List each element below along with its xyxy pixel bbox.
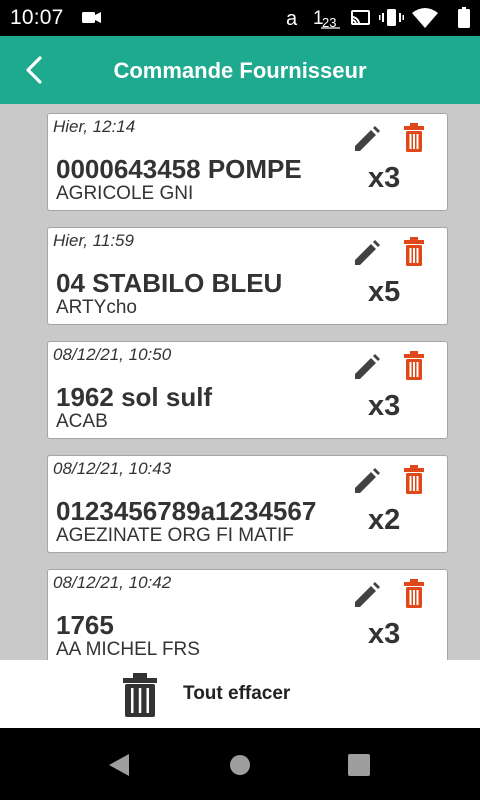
order-list[interactable]: Hier, 12:14 0000643458 POMPE AGRICOLE GN…	[0, 104, 480, 660]
nav-back-button[interactable]	[103, 750, 133, 780]
order-supplier: AGEZINATE ORG FI MATIF	[56, 525, 294, 546]
nav-recents-button[interactable]	[344, 750, 374, 780]
navigation-bar	[0, 728, 480, 800]
font-a-icon: a	[286, 8, 298, 30]
battery-icon	[458, 7, 470, 28]
nav-home-button[interactable]	[225, 750, 255, 780]
trash-icon	[404, 351, 424, 380]
page-title: Commande Fournisseur	[113, 58, 367, 83]
order-supplier: AGRICOLE GNI	[56, 183, 194, 204]
triangle-back-icon	[109, 754, 129, 776]
status-bar: 10:07 a 1 23	[0, 0, 480, 36]
edit-button[interactable]	[349, 464, 383, 498]
square-recents-icon	[348, 754, 370, 776]
order-date: Hier, 11:59	[53, 231, 134, 250]
delete-button[interactable]	[398, 464, 432, 498]
order-date: 08/12/21, 10:43	[53, 459, 172, 478]
order-supplier: ARTYcho	[56, 297, 137, 318]
circle-home-icon	[230, 755, 250, 775]
keyboard-123-icon: 1 23	[313, 8, 340, 30]
app-bar: Commande Fournisseur	[0, 36, 480, 104]
order-title: 0000643458 POMPE	[56, 154, 302, 184]
order-title: 0123456789a1234567	[56, 496, 317, 526]
status-icons: a 1 23	[82, 7, 470, 30]
edit-button[interactable]	[349, 578, 383, 612]
order-card[interactable]: 08/12/21, 10:50 1962 sol sulf ACAB x3	[47, 341, 448, 439]
order-card[interactable]: 08/12/21, 10:42 1765 AA MICHEL FRS x3	[47, 569, 448, 660]
trash-icon	[404, 465, 424, 494]
clear-all-label: Tout effacer	[183, 683, 291, 704]
order-supplier: ACAB	[56, 411, 108, 432]
order-quantity: x3	[368, 390, 401, 422]
edit-button[interactable]	[349, 236, 383, 270]
delete-button[interactable]	[398, 350, 432, 384]
delete-button[interactable]	[398, 578, 432, 612]
order-date: 08/12/21, 10:42	[53, 573, 172, 592]
video-recording-icon	[82, 12, 101, 23]
wifi-icon	[412, 8, 438, 28]
order-title: 1765	[56, 610, 114, 640]
trash-bin-icon	[123, 673, 157, 717]
pencil-icon	[355, 354, 380, 379]
order-quantity: x2	[368, 504, 401, 536]
order-quantity: x3	[368, 618, 401, 650]
pencil-icon	[355, 240, 380, 265]
order-card[interactable]: 08/12/21, 10:43 0123456789a1234567 AGEZI…	[47, 455, 448, 553]
order-quantity: x5	[368, 276, 401, 308]
edit-button[interactable]	[349, 350, 383, 384]
delete-button[interactable]	[398, 122, 432, 156]
cast-icon	[351, 10, 370, 25]
order-date: 08/12/21, 10:50	[53, 345, 172, 364]
order-title: 1962 sol sulf	[56, 382, 213, 412]
pencil-icon	[355, 126, 380, 151]
pencil-icon	[355, 582, 380, 607]
order-card[interactable]: Hier, 11:59 04 STABILO BLEU ARTYcho x5	[47, 227, 448, 325]
order-card[interactable]: Hier, 12:14 0000643458 POMPE AGRICOLE GN…	[47, 113, 448, 211]
pencil-icon	[355, 468, 380, 493]
trash-icon	[404, 579, 424, 608]
vibrate-icon	[379, 9, 404, 26]
delete-button[interactable]	[398, 236, 432, 270]
order-quantity: x3	[368, 162, 401, 194]
trash-icon	[404, 123, 424, 152]
order-date: Hier, 12:14	[53, 117, 136, 136]
order-title: 04 STABILO BLEU	[56, 268, 283, 298]
clear-all-button[interactable]: Tout effacer	[0, 660, 480, 728]
trash-icon	[404, 237, 424, 266]
edit-button[interactable]	[349, 122, 383, 156]
order-supplier: AA MICHEL FRS	[56, 639, 200, 660]
